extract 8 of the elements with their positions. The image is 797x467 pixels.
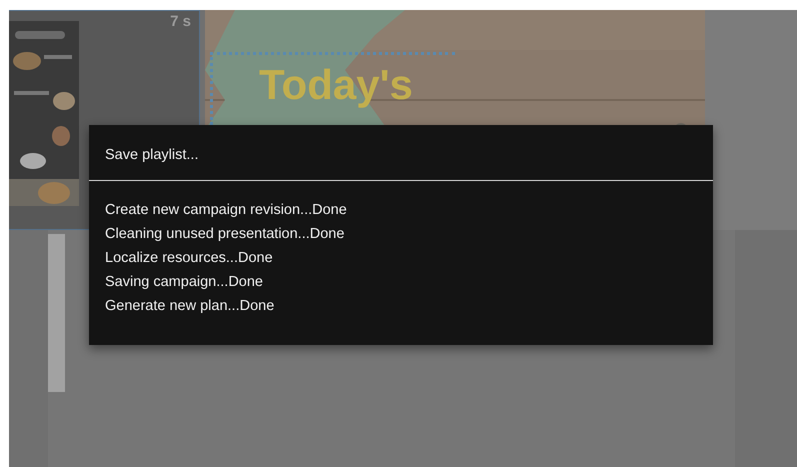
- status-line: Saving campaign...Done: [105, 273, 264, 291]
- slide-duration: 7 s: [170, 13, 191, 30]
- status-line: Create new campaign revision...Done: [105, 201, 348, 219]
- status-line: Localize resources...Done: [105, 249, 274, 267]
- scrollbar[interactable]: [48, 234, 65, 392]
- status-line: Cleaning unused presentation...Done: [105, 225, 346, 243]
- dialog-title: Save playlist...: [105, 146, 198, 164]
- status-line: Generate new plan...Done: [105, 297, 276, 315]
